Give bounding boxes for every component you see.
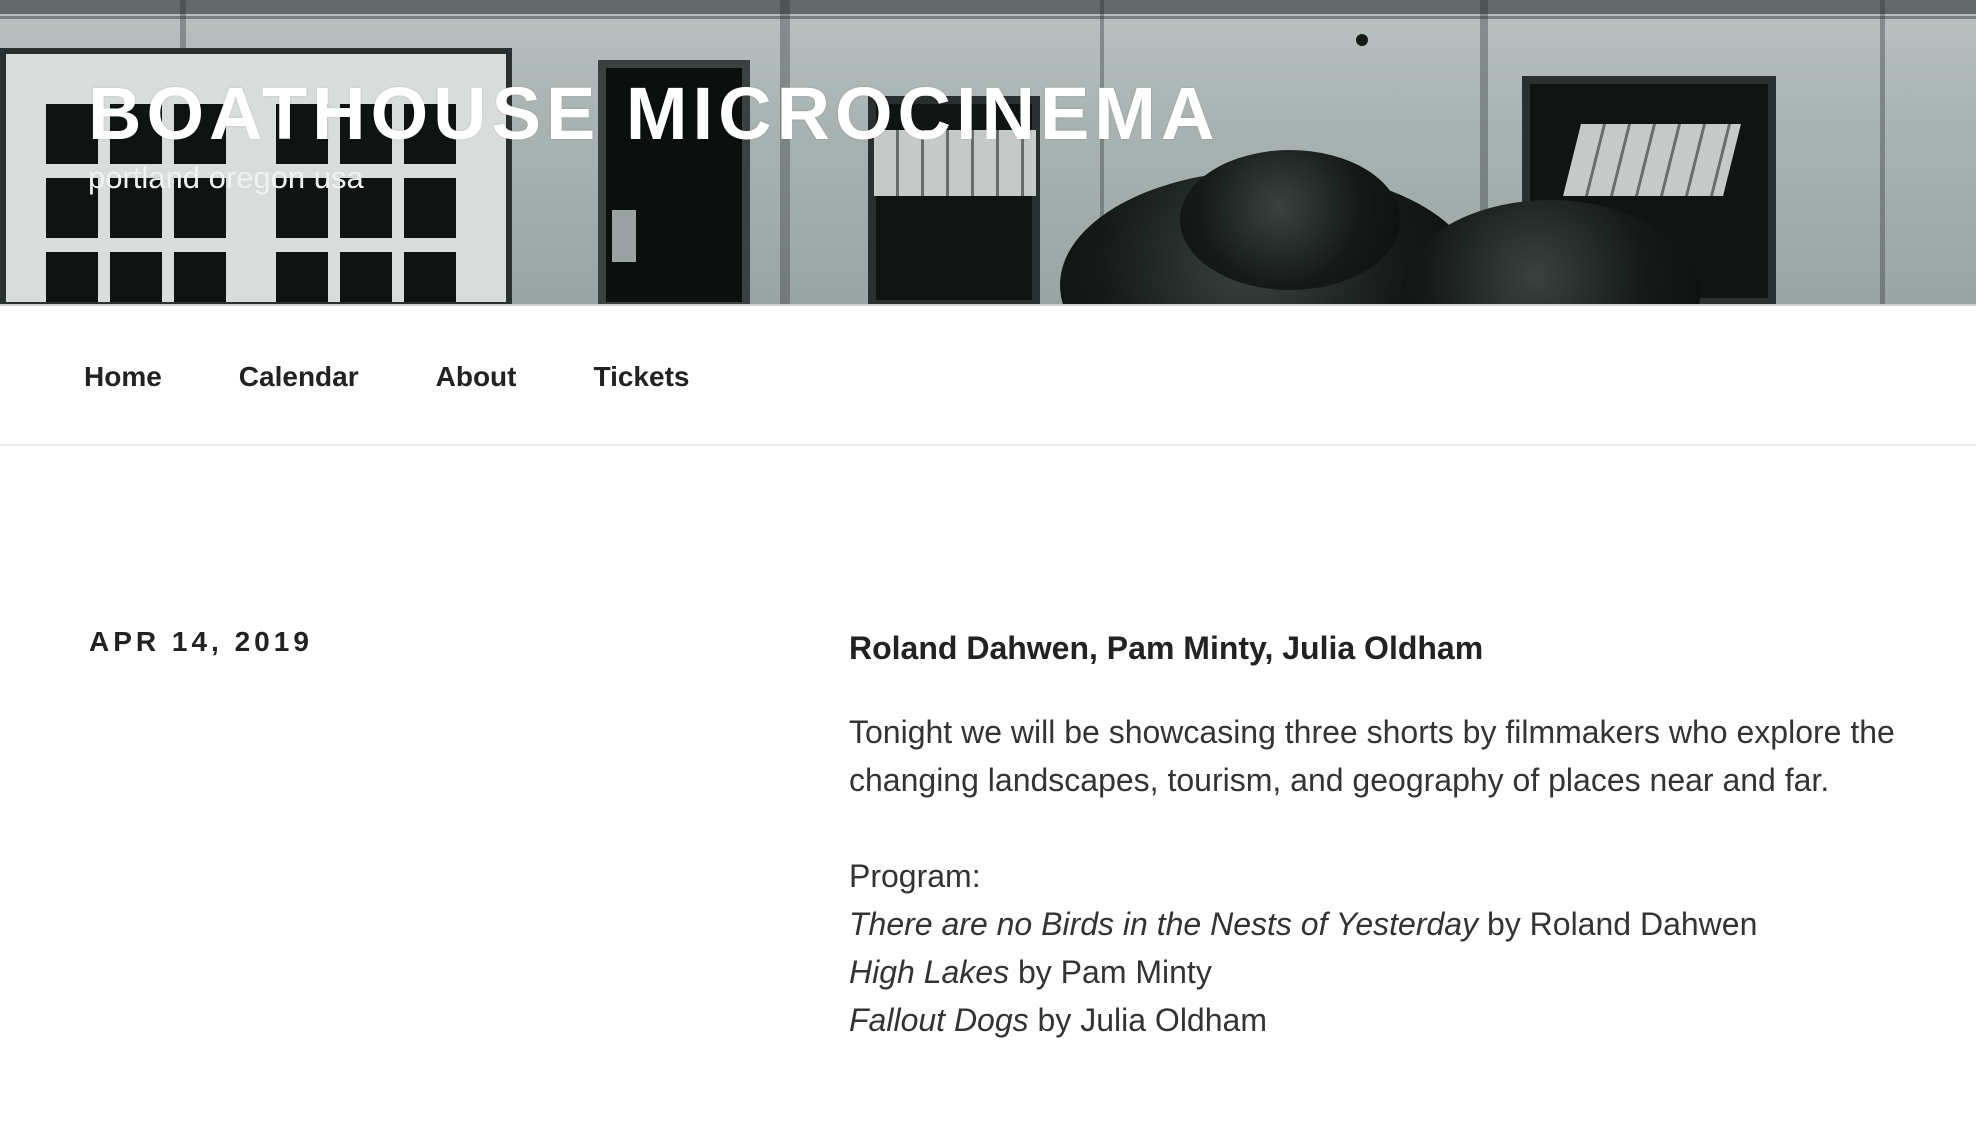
post-title: Roland Dahwen, Pam Minty, Julia Oldham	[849, 630, 1484, 666]
film-credit: by Julia Oldham	[1028, 1002, 1267, 1038]
post-entry: Roland Dahwen, Pam Minty, Julia Oldham T…	[849, 624, 1909, 1044]
film-title: There are no Birds in the Nests of Yeste…	[849, 906, 1479, 942]
roof-line	[0, 0, 1976, 14]
main-navigation: Home Calendar About Tickets	[0, 304, 1976, 446]
nav-item-calendar[interactable]: Calendar	[239, 360, 359, 394]
wall-stain	[1880, 0, 1885, 304]
site-description: portland oregon usa	[88, 160, 364, 195]
post-date[interactable]: APR 14, 2019	[89, 626, 313, 658]
nav-menu: Home Calendar About Tickets	[84, 360, 766, 394]
nav-item-tickets[interactable]: Tickets	[593, 360, 689, 394]
program-list: Program: There are no Birds in the Nests…	[849, 852, 1909, 1044]
nav-item-home[interactable]: Home	[84, 360, 162, 394]
nav-item-about[interactable]: About	[436, 360, 517, 394]
program-item: There are no Birds in the Nests of Yeste…	[849, 900, 1909, 948]
film-title: Fallout Dogs	[849, 1002, 1029, 1038]
awning	[1563, 124, 1741, 196]
program-label: Program:	[849, 858, 981, 894]
wall-lamp	[1356, 34, 1368, 46]
site-branding: BOATHOUSE MICROCINEMA portland oregon us…	[88, 70, 1219, 198]
site-title[interactable]: BOATHOUSE MICROCINEMA	[88, 70, 1219, 158]
site-header: BOATHOUSE MICROCINEMA portland oregon us…	[0, 0, 1976, 304]
film-title: High Lakes	[849, 954, 1010, 990]
page: BOATHOUSE MICROCINEMA portland oregon us…	[0, 0, 1976, 1136]
film-credit: by Roland Dahwen	[1478, 906, 1758, 942]
program-item: High Lakes by Pam Minty	[849, 948, 1909, 996]
program-item: Fallout Dogs by Julia Oldham	[849, 996, 1909, 1044]
door-sign	[612, 210, 636, 262]
film-credit: by Pam Minty	[1009, 954, 1212, 990]
roof-line-2	[0, 16, 1976, 19]
post-intro: Tonight we will be showcasing three shor…	[849, 714, 1895, 798]
